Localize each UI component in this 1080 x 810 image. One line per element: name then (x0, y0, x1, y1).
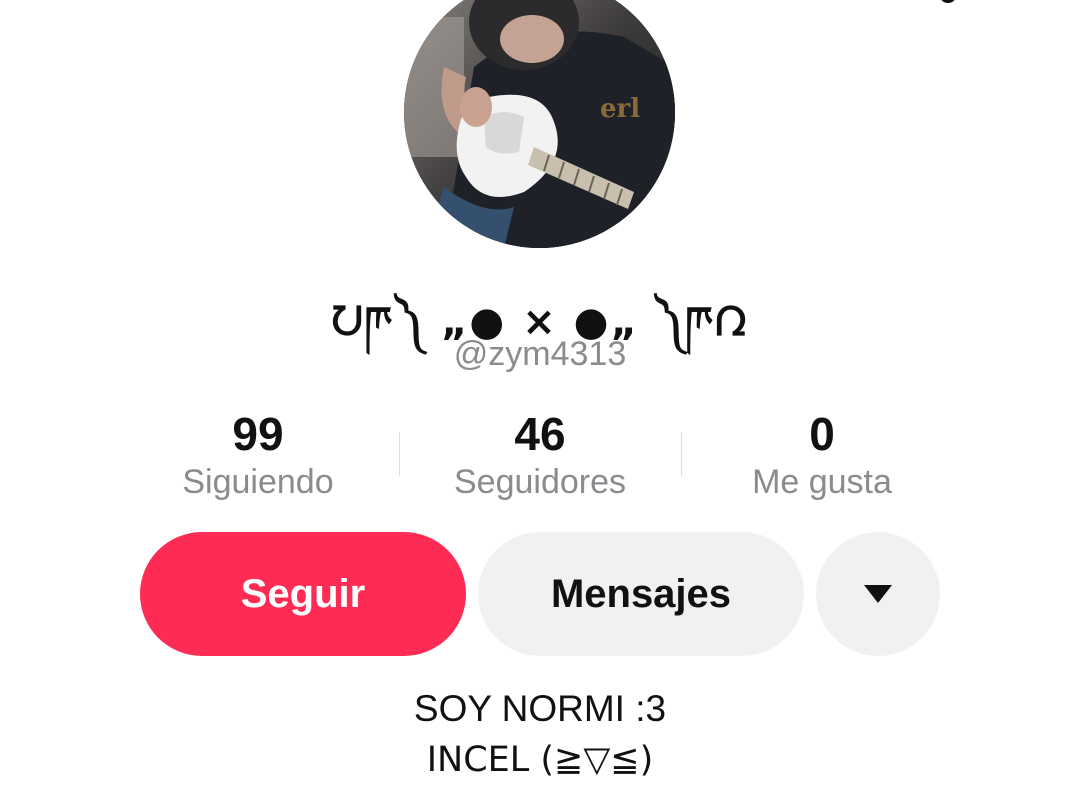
bio-line: SOY NORMI :3 (413, 688, 667, 729)
stat-likes-value: 0 (809, 408, 835, 460)
messages-button[interactable]: Mensajes (478, 532, 804, 656)
profile-page: erl ᘢཫ༽ „● × ●„ ༽ཫᘣ @zym4313 99 Siguiend… (0, 0, 1080, 810)
stat-following-label: Siguiendo (182, 463, 334, 501)
stat-following[interactable]: 99 Siguiendo (118, 406, 398, 502)
stat-likes[interactable]: 0 Me gusta (682, 406, 962, 502)
follow-button[interactable]: Seguir (140, 532, 466, 656)
stat-followers[interactable]: 46 Seguidores (400, 406, 680, 502)
share-icon[interactable] (928, 0, 1018, 6)
more-options-button[interactable] (816, 532, 940, 656)
bio-line: INCEL (≧▽≦) (426, 740, 654, 780)
stat-likes-label: Me gusta (752, 463, 892, 501)
stat-followers-value: 46 (514, 408, 566, 460)
triangle-down-icon (864, 585, 892, 603)
avatar[interactable]: erl (404, 0, 675, 248)
username-handle: @zym4313 (453, 335, 627, 373)
avatar-image: erl (404, 0, 675, 248)
stat-followers-label: Seguidores (453, 463, 626, 501)
stat-following-value: 99 (232, 408, 284, 460)
svg-text:erl: erl (600, 94, 640, 124)
